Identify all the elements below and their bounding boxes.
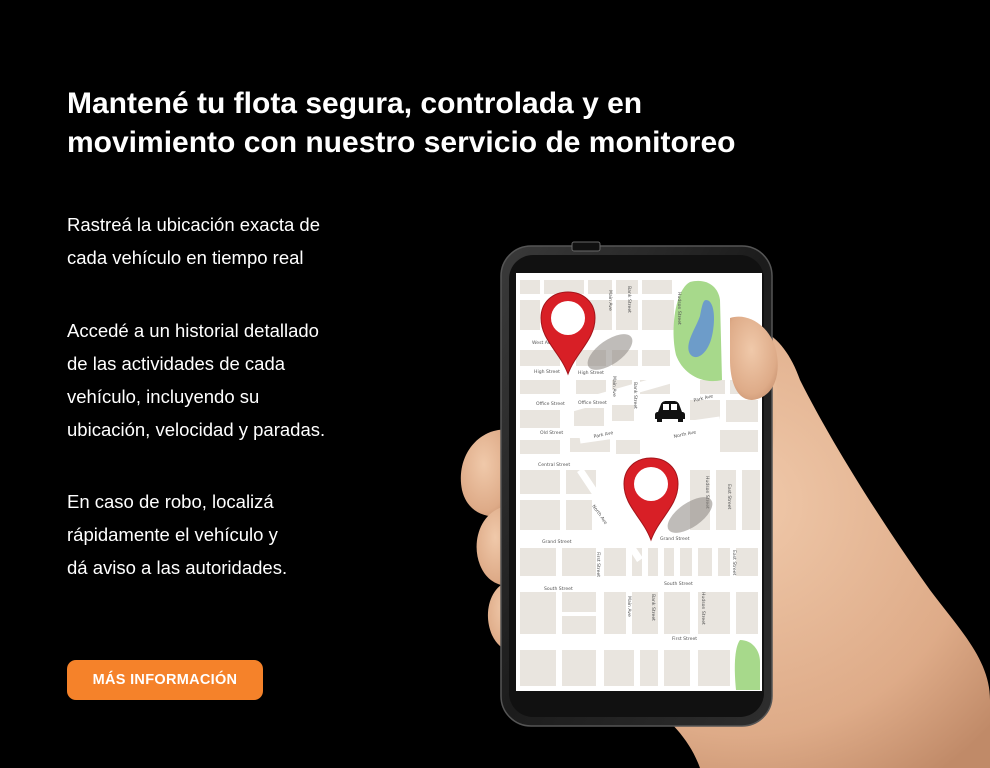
feature-line: vehículo, incluyendo su — [67, 386, 260, 407]
street-label: Bank Street — [632, 382, 638, 409]
street-label: Hudson Street — [700, 592, 706, 625]
street-label: East Street — [726, 484, 732, 510]
feature-line: ubicación, velocidad y paradas. — [67, 419, 326, 440]
headline-line-2: movimiento con nuestro servicio de monit… — [67, 126, 736, 159]
street-label: South Street — [664, 581, 693, 587]
feature-line: En caso de robo, localizá — [67, 491, 274, 512]
street-label: First Street — [595, 552, 601, 577]
street-label: Office Street — [536, 401, 565, 407]
street-label: Hudson Street — [676, 292, 682, 325]
phone-map-illustration: West Ave High Street High Street Office … — [440, 220, 990, 768]
street-label: Bank Street — [626, 286, 632, 313]
street-label: East Street — [731, 550, 737, 576]
street-label: Grand Street — [542, 539, 572, 545]
street-label: South Street — [544, 586, 573, 592]
street-label: Main Ave — [611, 376, 617, 397]
street-label: Office Street — [578, 400, 607, 406]
street-label: Main Ave — [607, 290, 613, 311]
street-label: Central Street — [538, 462, 570, 468]
feature-line: Accedé a un historial detallado — [67, 320, 319, 341]
headline-line-1: Mantené tu flota segura, controlada y en — [67, 87, 643, 120]
feature-theft-text: En caso de robo, localizá rápidamente el… — [67, 485, 397, 584]
feature-line: dá aviso a las autoridades. — [67, 557, 288, 578]
feature-line: Rastreá la ubicación exacta de — [67, 214, 320, 235]
street-label: Bank Street — [650, 594, 656, 621]
feature-line: rápidamente el vehículo y — [67, 524, 278, 545]
feature-line: cada vehículo en tiempo real — [67, 247, 304, 268]
more-info-button[interactable]: MÁS INFORMACIÓN — [67, 660, 263, 700]
street-label: High Street — [534, 369, 560, 375]
map-screen[interactable]: West Ave High Street High Street Office … — [516, 273, 762, 691]
street-label: First Street — [672, 636, 697, 642]
feature-history-text: Accedé a un historial detallado de las a… — [67, 314, 397, 446]
page-title: Mantené tu flota segura, controlada y en… — [67, 84, 867, 162]
feature-tracking-text: Rastreá la ubicación exacta de cada vehí… — [67, 208, 397, 274]
feature-line: de las actividades de cada — [67, 353, 286, 374]
street-label: Old Street — [540, 430, 563, 436]
street-label: Grand Street — [660, 536, 690, 542]
street-label: Main Ave — [626, 596, 632, 617]
street-label: High Street — [578, 370, 604, 376]
